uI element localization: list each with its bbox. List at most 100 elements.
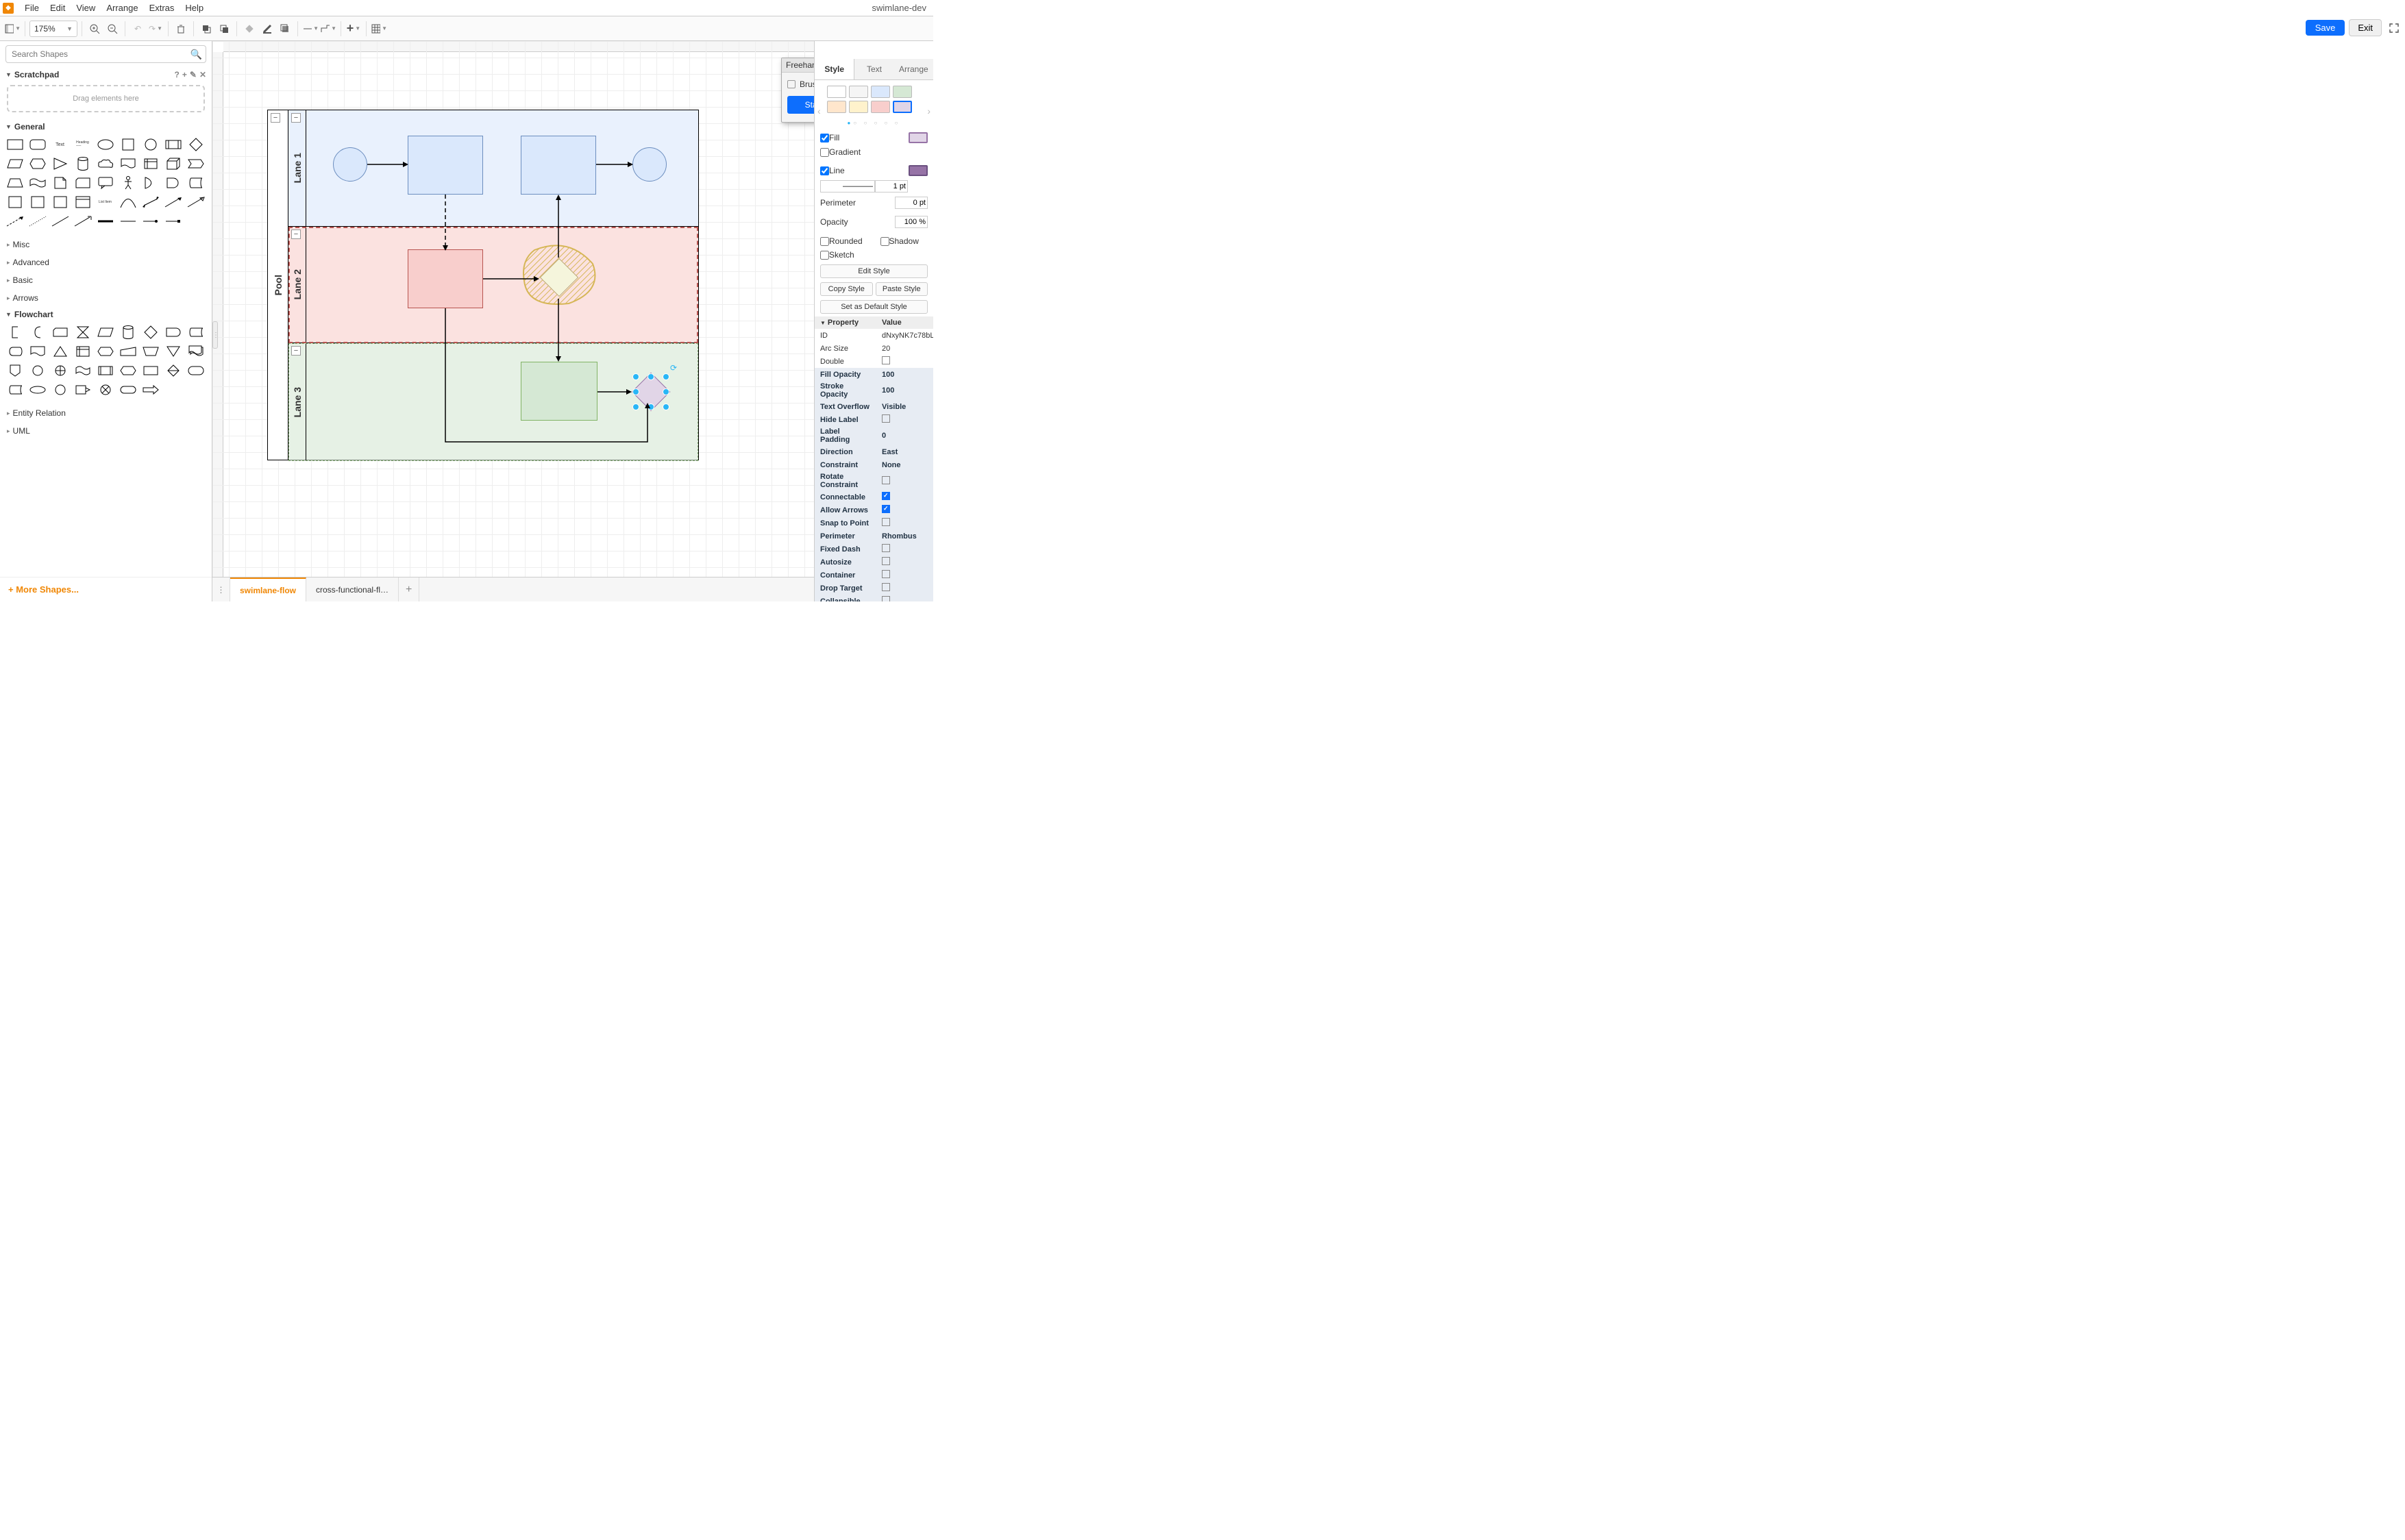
fc-manual[interactable]: [141, 344, 160, 359]
exit-button[interactable]: Exit: [2349, 19, 2382, 36]
insert-icon[interactable]: +▼: [345, 21, 362, 37]
fc-connector[interactable]: [28, 363, 47, 378]
fill-checkbox[interactable]: [820, 134, 829, 142]
freehand-panel[interactable]: Freehand ▁✕ Brush Start drawing: [781, 58, 814, 123]
shape-square[interactable]: [119, 137, 137, 152]
fc-extract[interactable]: [51, 344, 69, 359]
shape-listitem[interactable]: List Item: [96, 195, 114, 210]
shape-container3[interactable]: [51, 195, 69, 210]
task-1[interactable]: [408, 136, 483, 195]
fc-decision[interactable]: [141, 325, 160, 340]
shape-triangle[interactable]: [51, 156, 69, 171]
shadow-icon[interactable]: [277, 21, 293, 37]
line-width-input[interactable]: [875, 180, 908, 192]
property-row[interactable]: Rotate Constraint: [815, 471, 933, 490]
property-row[interactable]: Double: [815, 355, 933, 368]
menu-edit[interactable]: Edit: [45, 1, 71, 14]
property-row[interactable]: Allow Arrows: [815, 504, 933, 517]
fc-terminator2[interactable]: [119, 382, 137, 397]
line-checkbox[interactable]: [820, 166, 829, 175]
shape-process[interactable]: [164, 137, 182, 152]
shape-curve[interactable]: [119, 195, 137, 210]
fc-sort[interactable]: [164, 363, 182, 378]
fc-merge[interactable]: [164, 344, 182, 359]
shape-cloud[interactable]: [96, 156, 114, 171]
misc-header[interactable]: ▸Misc: [0, 236, 212, 253]
line-color[interactable]: [909, 165, 928, 176]
shape-note[interactable]: [51, 175, 69, 190]
swatch[interactable]: [849, 86, 868, 98]
property-checkbox[interactable]: [882, 518, 890, 526]
fc-loop[interactable]: [96, 344, 114, 359]
shape-circle[interactable]: [141, 137, 160, 152]
shape-halfcircle[interactable]: [141, 175, 160, 190]
fc-document[interactable]: [28, 344, 47, 359]
edge-task3-decision2-long[interactable]: [442, 308, 661, 445]
menu-view[interactable]: View: [71, 1, 101, 14]
view-mode-button[interactable]: ▼: [4, 21, 21, 37]
edit-style-button[interactable]: Edit Style: [820, 264, 928, 278]
start-drawing-button[interactable]: Start drawing: [787, 96, 814, 114]
tab-arrange[interactable]: Arrange: [894, 59, 933, 79]
swatch[interactable]: [849, 101, 868, 113]
swatch-prev-icon[interactable]: ‹: [817, 105, 821, 116]
shape-cylinder[interactable]: [73, 156, 92, 171]
fc-data[interactable]: [96, 325, 114, 340]
shape-dotted[interactable]: [28, 214, 47, 229]
scratchpad-help-icon[interactable]: ?: [175, 70, 180, 79]
set-default-style-button[interactable]: Set as Default Style: [820, 300, 928, 314]
shape-ellipse[interactable]: [96, 137, 114, 152]
scratchpad-dropzone[interactable]: Drag elements here: [7, 85, 205, 112]
paste-style-button[interactable]: Paste Style: [876, 282, 928, 296]
shape-connector1[interactable]: [96, 214, 114, 229]
more-shapes-button[interactable]: + More Shapes...: [0, 577, 212, 601]
entity-relation-header[interactable]: ▸Entity Relation: [0, 404, 212, 422]
property-checkbox[interactable]: [882, 557, 890, 565]
flowchart-header[interactable]: ▼Flowchart: [0, 307, 212, 322]
fc-summing[interactable]: [96, 382, 114, 397]
tab-style[interactable]: Style: [815, 59, 854, 79]
property-checkbox[interactable]: [882, 414, 890, 423]
shape-cube[interactable]: [164, 156, 182, 171]
property-row[interactable]: Container: [815, 569, 933, 582]
edge-task1-task3-dashed[interactable]: [442, 195, 449, 251]
fullscreen-icon[interactable]: [2386, 20, 2402, 36]
delete-icon[interactable]: [173, 21, 189, 37]
fc-terminator[interactable]: [28, 382, 47, 397]
fc-preparation[interactable]: [119, 363, 137, 378]
page-tab[interactable]: cross-functional-fl…: [306, 578, 399, 601]
shadow-checkbox[interactable]: [880, 237, 889, 246]
task-3[interactable]: [408, 249, 483, 308]
shape-arrow1[interactable]: [164, 195, 182, 210]
shape-internal-storage[interactable]: [141, 156, 160, 171]
fc-arrow[interactable]: [141, 382, 160, 397]
pool-collapse-icon[interactable]: −: [271, 113, 280, 123]
shape-document[interactable]: [119, 156, 137, 171]
edge-decision1-task2-up[interactable]: [555, 195, 562, 258]
shape-dashed-arrow[interactable]: [5, 214, 24, 229]
property-row[interactable]: DirectionEast: [815, 445, 933, 458]
property-checkbox[interactable]: [882, 505, 890, 513]
uml-header[interactable]: ▸UML: [0, 422, 212, 440]
shape-connector3[interactable]: [141, 214, 160, 229]
lane1-collapse-icon[interactable]: −: [291, 113, 301, 123]
shape-connector4[interactable]: [164, 214, 182, 229]
property-row[interactable]: Arc Size20: [815, 342, 933, 355]
shape-tape[interactable]: [28, 175, 47, 190]
fc-process[interactable]: [141, 363, 160, 378]
fc-or[interactable]: [51, 363, 69, 378]
save-button[interactable]: Save: [2306, 20, 2345, 36]
zoom-select[interactable]: 175%▼: [29, 21, 77, 37]
property-row[interactable]: Label Padding0: [815, 426, 933, 445]
basic-header[interactable]: ▸Basic: [0, 271, 212, 289]
copy-style-button[interactable]: Copy Style: [820, 282, 873, 296]
property-checkbox[interactable]: [882, 476, 890, 484]
rounded-checkbox[interactable]: [820, 237, 829, 246]
shape-arrow-open[interactable]: [186, 195, 205, 210]
shape-hexagon[interactable]: [28, 156, 47, 171]
shape-trapezoid[interactable]: [5, 175, 24, 190]
scratchpad-close-icon[interactable]: ✕: [199, 70, 206, 79]
edge-start-task1[interactable]: [367, 161, 408, 168]
task-2[interactable]: [521, 136, 596, 195]
fc-circle2[interactable]: [51, 382, 69, 397]
